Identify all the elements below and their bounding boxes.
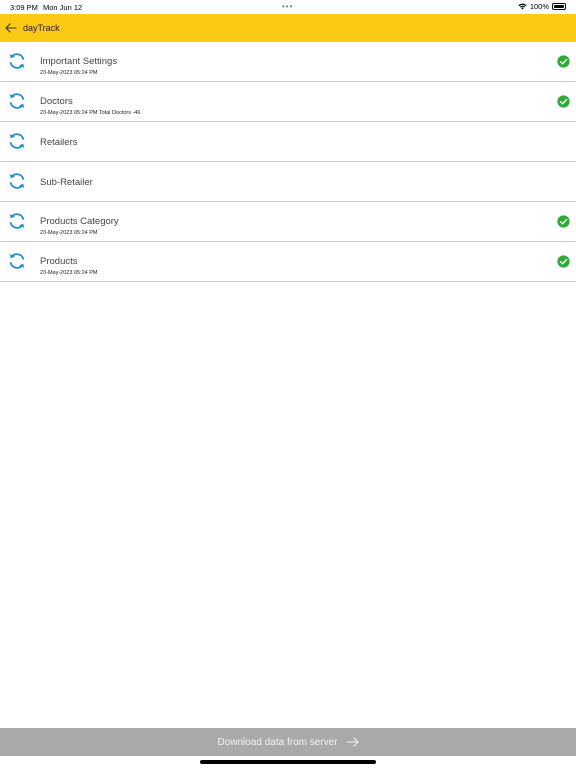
back-arrow-icon — [5, 23, 17, 33]
multitasking-dots-icon[interactable]: ••• — [282, 2, 293, 11]
status-right: 100% — [518, 2, 566, 11]
sync-row-timestamp: 23-May-2023 05:24 PM — [40, 270, 98, 276]
app-bar: dayTrack — [0, 14, 576, 42]
sync-row-label: Doctors — [40, 96, 73, 107]
arrow-right-icon — [345, 737, 359, 747]
sync-row-label: Important Settings — [40, 56, 118, 67]
sync-icon[interactable] — [7, 131, 27, 151]
status-date: Mon Jun 12 — [43, 3, 83, 12]
sync-icon[interactable] — [7, 251, 27, 271]
sync-row-timestamp: 23-May-2023 05:24 PM Total Doctors -46 — [40, 110, 141, 116]
back-button[interactable] — [0, 14, 22, 42]
battery-percent: 100% — [529, 2, 549, 11]
sync-row[interactable]: Products 23-May-2023 05:24 PM — [0, 242, 576, 282]
download-data-button[interactable]: Download data from server — [0, 728, 576, 756]
check-circle-icon — [557, 215, 570, 228]
sync-row[interactable]: Doctors 23-May-2023 05:24 PM Total Doctor… — [0, 82, 576, 122]
check-circle-icon — [557, 55, 570, 68]
sync-row-label: Products Category — [40, 216, 119, 227]
sync-icon[interactable] — [7, 211, 27, 231]
sync-row-timestamp: 23-May-2023 05:24 PM — [40, 70, 98, 76]
download-button-label: Download data from server — [217, 736, 338, 748]
sync-list: Important Settings 23-May-2023 05:24 PM D… — [0, 42, 576, 282]
sync-icon[interactable] — [7, 171, 27, 191]
sync-row-timestamp: 23-May-2023 05:24 PM — [40, 230, 98, 236]
status-time: 3:09 PM — [10, 3, 38, 12]
check-circle-icon — [557, 95, 570, 108]
battery-icon — [552, 3, 566, 10]
wifi-icon — [518, 3, 527, 10]
check-circle-icon — [557, 255, 570, 268]
status-bar: 3:09 PM Mon Jun 12 ••• 100% — [0, 0, 576, 14]
sync-row[interactable]: Products Category 23-May-2023 05:24 PM — [0, 202, 576, 242]
sync-row[interactable]: Important Settings 23-May-2023 05:24 PM — [0, 42, 576, 82]
sync-row-label: Sub-Retailer — [40, 177, 93, 188]
app-title: dayTrack — [23, 23, 60, 33]
sync-row-label: Products — [40, 256, 78, 267]
sync-row[interactable]: Retailers — [0, 122, 576, 162]
sync-icon[interactable] — [7, 51, 27, 71]
sync-row-label: Retailers — [40, 137, 78, 148]
sync-row[interactable]: Sub-Retailer — [0, 162, 576, 202]
sync-icon[interactable] — [7, 91, 27, 111]
home-indicator — [200, 760, 376, 764]
